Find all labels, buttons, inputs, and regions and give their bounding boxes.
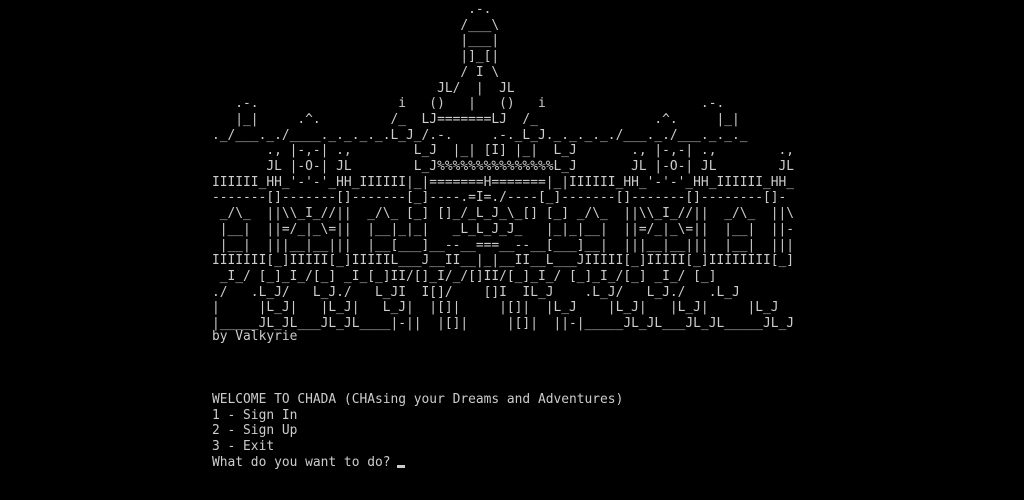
- main-menu: WELCOME TO CHADA (CHAsing your Dreams an…: [212, 392, 623, 470]
- welcome-banner: WELCOME TO CHADA (CHAsing your Dreams an…: [212, 392, 624, 407]
- art-credit: by Valkyrie: [212, 329, 298, 344]
- ascii-art-castle: .-. /___\ |___| |]_[| / I \ JL/ | JL .-.…: [212, 2, 795, 332]
- input-prompt-line[interactable]: What do you want to do?: [212, 455, 623, 471]
- text-cursor[interactable]: [396, 465, 405, 469]
- menu-option-exit: 3 - Exit: [212, 439, 275, 455]
- menu-option-sign-in: 1 - Sign In: [212, 407, 298, 423]
- terminal-window[interactable]: .-. /___\ |___| |]_[| / I \ JL/ | JL .-.…: [0, 0, 1024, 500]
- menu-option-sign-up: 2 - Sign Up: [212, 423, 298, 439]
- input-prompt: What do you want to do?: [212, 454, 391, 470]
